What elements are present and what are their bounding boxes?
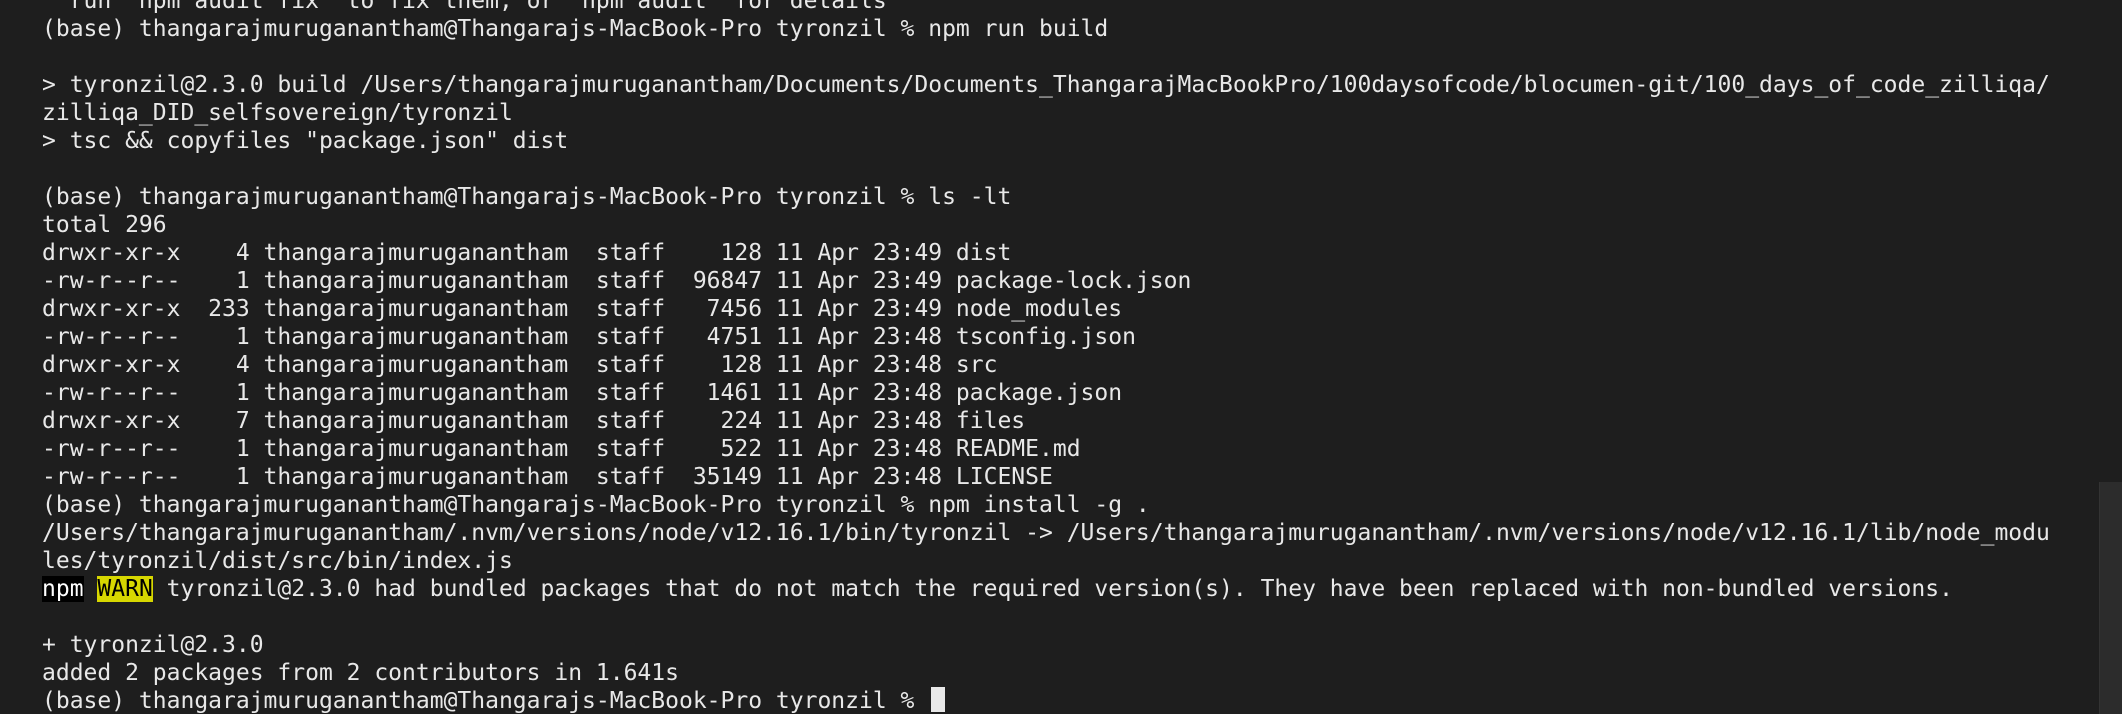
terminal-line: drwxr-xr-x 4 thangarajmuruganantham staf…	[42, 240, 1012, 266]
text-cursor	[931, 687, 946, 712]
terminal-line: -rw-r--r-- 1 thangarajmuruganantham staf…	[42, 268, 1192, 294]
terminal-line: drwxr-xr-x 233 thangarajmuruganantham st…	[42, 296, 1123, 322]
scrollbar-track[interactable]	[2099, 0, 2122, 714]
terminal-line: -rw-r--r-- 1 thangarajmuruganantham staf…	[42, 324, 1136, 350]
terminal-line: (base) thangarajmuruganantham@Thangarajs…	[42, 492, 1150, 518]
npm-warn-line: npm WARN tyronzil@2.3.0 had bundled pack…	[42, 575, 2082, 603]
terminal-line: drwxr-xr-x 7 thangarajmuruganantham staf…	[42, 408, 1026, 434]
terminal-line: /Users/thangarajmuruganantham/.nvm/versi…	[42, 520, 2050, 546]
terminal-line: zilliqa_DID_selfsovereign/tyronzil	[42, 100, 513, 126]
terminal-line: -rw-r--r-- 1 thangarajmuruganantham staf…	[42, 436, 1081, 462]
warn-badge: WARN	[97, 576, 153, 602]
terminal-line: (base) thangarajmuruganantham@Thangarajs…	[42, 184, 1012, 210]
npm-label: npm	[42, 576, 84, 602]
terminal-line: (base) thangarajmuruganantham@Thangarajs…	[42, 16, 1109, 42]
scrollbar-thumb[interactable]	[2099, 482, 2122, 714]
terminal-line: > tsc && copyfiles "package.json" dist	[42, 128, 569, 154]
terminal-line: les/tyronzil/dist/src/bin/index.js	[42, 548, 513, 574]
terminal-window[interactable]: run `npm audit fix` to fix them, or `npm…	[0, 0, 2122, 714]
terminal-line: added 2 packages from 2 contributors in …	[42, 660, 679, 686]
prompt-line[interactable]: (base) thangarajmuruganantham@Thangarajs…	[42, 687, 2082, 714]
terminal-line: total 296	[42, 212, 167, 238]
warn-message: tyronzil@2.3.0 had bundled packages that…	[152, 576, 1953, 602]
terminal-line: drwxr-xr-x 4 thangarajmuruganantham staf…	[42, 352, 998, 378]
terminal-output: run `npm audit fix` to fix them, or `npm…	[42, 0, 2082, 714]
terminal-line: + tyronzil@2.3.0	[42, 632, 264, 658]
shell-prompt: (base) thangarajmuruganantham@Thangarajs…	[42, 688, 929, 714]
terminal-line: -rw-r--r-- 1 thangarajmuruganantham staf…	[42, 464, 1053, 490]
terminal-line: > tyronzil@2.3.0 build /Users/thangarajm…	[42, 72, 2050, 98]
terminal-line: run `npm audit fix` to fix them, or `npm…	[42, 0, 887, 14]
terminal-line: -rw-r--r-- 1 thangarajmuruganantham staf…	[42, 380, 1123, 406]
